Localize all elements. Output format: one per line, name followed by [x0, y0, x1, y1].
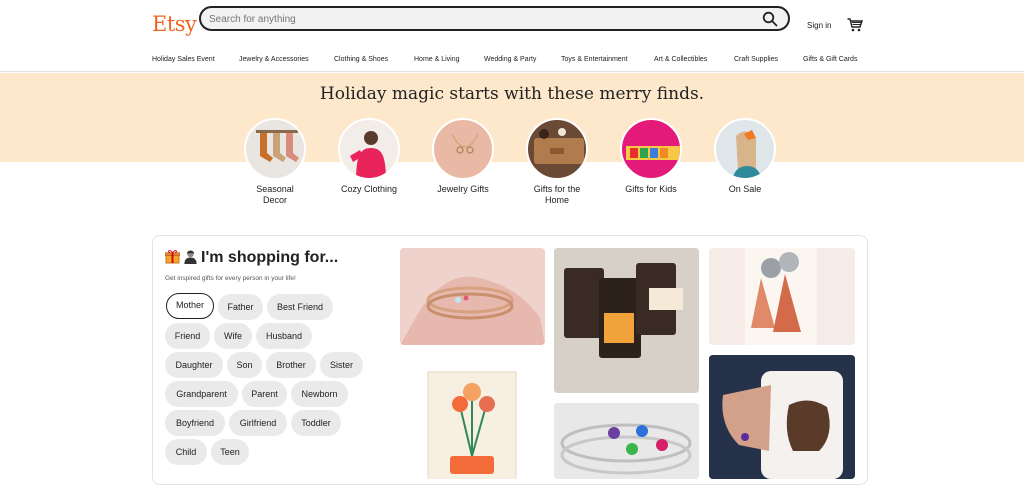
- person-pill-girlfriend[interactable]: Girlfriend: [229, 410, 287, 436]
- category-image: [620, 118, 682, 180]
- category-image: [526, 118, 588, 180]
- product-image-art-print[interactable]: [709, 248, 855, 345]
- search-bar[interactable]: [199, 6, 790, 31]
- person-pill-child[interactable]: Child: [165, 439, 207, 465]
- nav-item[interactable]: Jewelry & Accessories: [239, 56, 309, 63]
- person-pill-best-friend[interactable]: Best Friend: [267, 294, 333, 320]
- product-image-ring[interactable]: [400, 248, 545, 345]
- category-image: [714, 118, 776, 180]
- category-label: Jewelry Gifts: [437, 184, 489, 194]
- product-image-coffee[interactable]: [554, 248, 699, 393]
- sign-in-link[interactable]: Sign in: [807, 21, 831, 30]
- category-nav: Holiday Sales Event Jewelry & Accessorie…: [152, 56, 872, 68]
- shopping-for-heading: I'm shopping for...: [201, 249, 339, 266]
- person-pill-mother[interactable]: Mother: [166, 293, 214, 319]
- category-gifts-for-home[interactable]: Gifts for the Home: [517, 118, 597, 206]
- category-label: Gifts for the Home: [533, 184, 581, 205]
- person-pill-teen[interactable]: Teen: [211, 439, 249, 465]
- nav-item[interactable]: Clothing & Shoes: [334, 56, 388, 63]
- product-image-bracelets[interactable]: [554, 403, 699, 479]
- person-pill-husband[interactable]: Husband: [256, 323, 312, 349]
- person-pill-boyfriend[interactable]: Boyfriend: [165, 410, 225, 436]
- category-label: Seasonal Decor: [256, 184, 294, 205]
- product-image-card[interactable]: [400, 356, 545, 479]
- person-pill-sister[interactable]: Sister: [320, 352, 363, 378]
- category-cozy-clothing[interactable]: Cozy Clothing: [329, 118, 409, 195]
- person-pill-daughter[interactable]: Daughter: [165, 352, 223, 378]
- category-image: [338, 118, 400, 180]
- person-icon: [184, 250, 197, 264]
- category-seasonal-decor[interactable]: Seasonal Decor: [235, 118, 315, 206]
- person-pill-son[interactable]: Son: [227, 352, 262, 378]
- category-label: On Sale: [728, 184, 762, 194]
- nav-item[interactable]: Wedding & Party: [484, 56, 536, 63]
- person-pill-grandparent[interactable]: Grandparent: [165, 381, 238, 407]
- banner-headline: Holiday magic starts with these merry fi…: [319, 84, 705, 104]
- shopping-for-subtitle: Get inspired gifts for every person in y…: [165, 275, 296, 282]
- person-pill-newborn[interactable]: Newborn: [291, 381, 348, 407]
- search-icon[interactable]: [762, 11, 778, 27]
- nav-item[interactable]: Gifts & Gift Cards: [803, 56, 857, 63]
- nav-item[interactable]: Art & Collectibles: [654, 56, 707, 63]
- site-header: Etsy Sign in Holiday Sales Event Jewelry…: [0, 0, 1024, 72]
- person-pill-father[interactable]: Father: [218, 294, 263, 320]
- nav-item[interactable]: Toys & Entertainment: [561, 56, 628, 63]
- product-image-mug[interactable]: [709, 355, 855, 479]
- category-gifts-for-kids[interactable]: Gifts for Kids: [611, 118, 691, 195]
- category-jewelry-gifts[interactable]: Jewelry Gifts: [423, 118, 503, 195]
- person-pill-friend[interactable]: Friend: [165, 323, 210, 349]
- category-image: [244, 118, 306, 180]
- nav-item[interactable]: Home & Living: [414, 56, 460, 63]
- person-pill-toddler[interactable]: Toddler: [291, 410, 341, 436]
- gift-icon: [165, 250, 180, 264]
- search-input[interactable]: [209, 11, 749, 27]
- person-pill-brother[interactable]: Brother: [266, 352, 316, 378]
- nav-item[interactable]: Holiday Sales Event: [152, 56, 215, 63]
- cart-icon[interactable]: [847, 18, 863, 32]
- category-image: [432, 118, 494, 180]
- category-label: Cozy Clothing: [340, 184, 398, 194]
- etsy-logo[interactable]: Etsy: [152, 12, 197, 36]
- shopping-for-title: I'm shopping for...: [165, 249, 338, 267]
- person-pill-parent[interactable]: Parent: [242, 381, 287, 407]
- category-label: Gifts for Kids: [625, 184, 677, 194]
- person-pill-wife[interactable]: Wife: [214, 323, 252, 349]
- nav-item[interactable]: Craft Supplies: [734, 56, 778, 63]
- category-on-sale[interactable]: On Sale: [705, 118, 785, 195]
